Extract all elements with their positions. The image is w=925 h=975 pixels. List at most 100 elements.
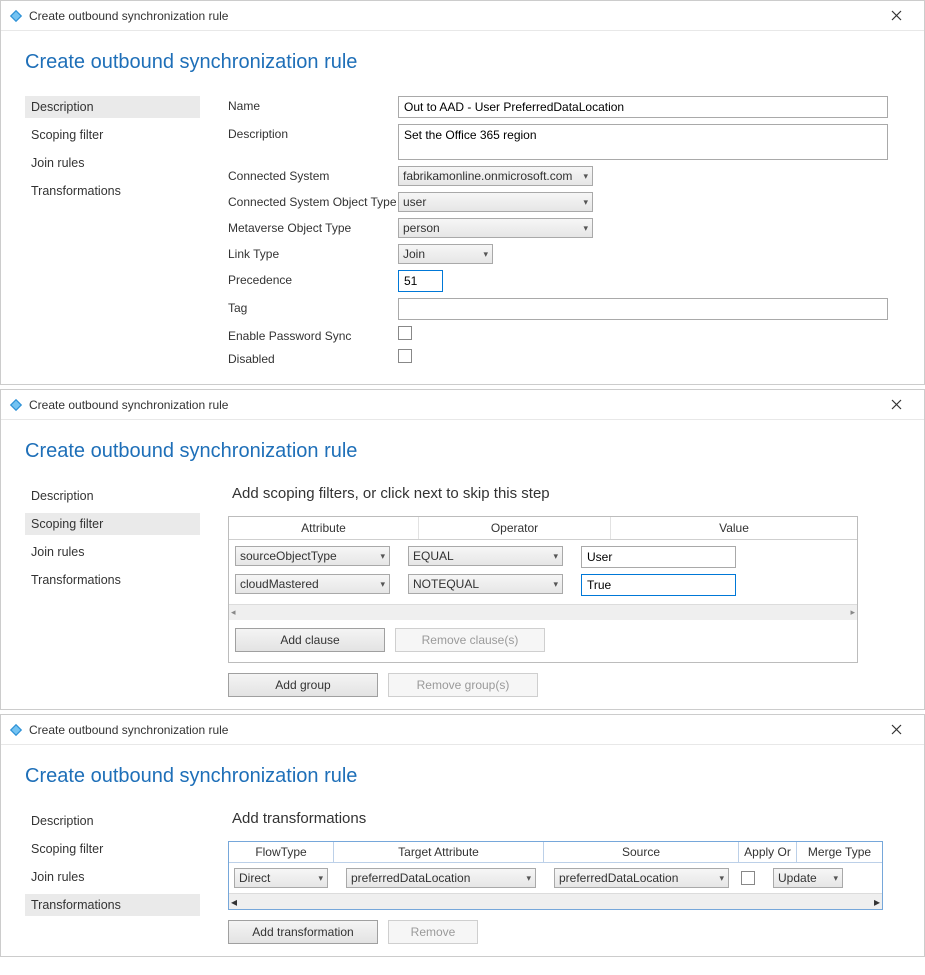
label-password-sync: Enable Password Sync (228, 326, 398, 343)
titlebar: Create outbound synchronization rule (1, 715, 924, 745)
target-attribute-select[interactable]: preferredDataLocation ▾ (346, 868, 536, 888)
sidebar-item-scoping-filter[interactable]: Scoping filter (25, 838, 200, 860)
close-icon (891, 724, 902, 735)
attribute-select[interactable]: sourceObjectType▾ (235, 546, 390, 566)
chevron-down-icon: ▾ (483, 249, 488, 260)
chevron-down-icon: ▾ (318, 873, 323, 884)
select-value: preferredDataLocation (559, 871, 678, 885)
window-title: Create outbound synchronization rule (29, 398, 876, 412)
sidebar-item-transformations[interactable]: Transformations (25, 569, 200, 591)
page-title: Create outbound synchronization rule (25, 765, 900, 788)
wizard-sidebar: Description Scoping filter Join rules Tr… (25, 96, 200, 372)
app-icon (9, 723, 23, 737)
close-button[interactable] (876, 2, 916, 30)
sidebar-item-transformations[interactable]: Transformations (25, 180, 200, 202)
scoping-subtitle: Add scoping filters, or click next to sk… (232, 485, 900, 502)
tag-input[interactable] (398, 298, 888, 320)
sidebar-item-join-rules[interactable]: Join rules (25, 866, 200, 888)
header-value: Value (611, 517, 857, 539)
transformations-header: FlowType Target Attribute Source Apply O… (229, 842, 882, 863)
close-icon (891, 399, 902, 410)
link-type-select[interactable]: Join ▾ (398, 244, 493, 264)
add-transformation-button[interactable]: Add transformation (228, 920, 378, 944)
operator-select[interactable]: NOTEQUAL▾ (408, 574, 563, 594)
sidebar-item-label: Description (31, 814, 94, 828)
close-button[interactable] (876, 391, 916, 419)
close-button[interactable] (876, 716, 916, 744)
select-value: Direct (239, 871, 270, 885)
cs-object-type-select[interactable]: user▾ (398, 192, 593, 212)
name-input[interactable] (398, 96, 888, 118)
sidebar-item-label: Scoping filter (31, 128, 103, 142)
add-group-button[interactable]: Add group (228, 673, 378, 697)
value-input[interactable] (581, 574, 736, 596)
merge-type-select[interactable]: Update▾ (773, 868, 843, 888)
description-input[interactable]: Set the Office 365 region (398, 124, 888, 160)
attribute-select[interactable]: cloudMastered▾ (235, 574, 390, 594)
connected-system-select[interactable]: fabrikamonline.onmicrosoft.com▾ (398, 166, 593, 186)
source-select[interactable]: preferredDataLocation▾ (554, 868, 729, 888)
wizard-sidebar: Description Scoping filter Join rules Tr… (25, 810, 200, 944)
header-target-attribute: Target Attribute (334, 842, 544, 863)
header-flowtype: FlowType (229, 842, 334, 863)
header-apply-once: Apply Or (739, 842, 797, 863)
value-input[interactable] (581, 546, 736, 568)
remove-transformation-button[interactable]: Remove (388, 920, 478, 944)
precedence-input[interactable] (398, 270, 443, 292)
chevron-down-icon: ▾ (833, 873, 838, 884)
sidebar-item-transformations[interactable]: Transformations (25, 894, 200, 916)
label-link-type: Link Type (228, 244, 398, 261)
sidebar-item-label: Description (31, 100, 94, 114)
sidebar-item-label: Transformations (31, 898, 121, 912)
sidebar-item-label: Scoping filter (31, 517, 103, 531)
label-connected-system: Connected System (228, 166, 398, 183)
sidebar-item-join-rules[interactable]: Join rules (25, 541, 200, 563)
chevron-down-icon: ▾ (380, 579, 385, 590)
select-value: sourceObjectType (240, 549, 337, 563)
scoping-row: cloudMastered▾ NOTEQUAL▾ (229, 568, 857, 596)
label-cs-object-type: Connected System Object Type (228, 192, 398, 209)
enable-password-sync-checkbox[interactable] (398, 326, 412, 340)
disabled-checkbox[interactable] (398, 349, 412, 363)
flowtype-select[interactable]: Direct ▾ (234, 868, 328, 888)
label-tag: Tag (228, 298, 398, 315)
sidebar-item-description[interactable]: Description (25, 96, 200, 118)
remove-groups-button[interactable]: Remove group(s) (388, 673, 538, 697)
select-value: user (403, 195, 426, 209)
sidebar-item-label: Join rules (31, 156, 85, 170)
apply-once-checkbox[interactable] (741, 871, 755, 885)
select-value: Join (403, 247, 425, 261)
window-title: Create outbound synchronization rule (29, 9, 876, 23)
window-transformations-step: Create outbound synchronization rule Cre… (0, 714, 925, 957)
close-icon (891, 10, 902, 21)
scoping-filter-grid: Attribute Operator Value sourceObjectTyp… (228, 516, 858, 663)
mv-object-type-select[interactable]: person▾ (398, 218, 593, 238)
label-mv-object-type: Metaverse Object Type (228, 218, 398, 235)
scroll-right-icon: ▸ (850, 607, 855, 618)
horizontal-scrollbar[interactable]: ◂ ▸ (229, 604, 857, 620)
chevron-down-icon: ▾ (526, 873, 531, 884)
header-operator: Operator (419, 517, 611, 539)
sidebar-item-scoping-filter[interactable]: Scoping filter (25, 513, 200, 535)
label-name: Name (228, 96, 398, 113)
sidebar-item-label: Description (31, 489, 94, 503)
sidebar-item-scoping-filter[interactable]: Scoping filter (25, 124, 200, 146)
header-source: Source (544, 842, 739, 863)
sidebar-item-description[interactable]: Description (25, 810, 200, 832)
remove-clauses-button[interactable]: Remove clause(s) (395, 628, 545, 652)
select-value: EQUAL (413, 549, 454, 563)
horizontal-scrollbar[interactable]: ◂ ▸ (229, 893, 882, 909)
sidebar-item-description[interactable]: Description (25, 485, 200, 507)
scroll-right-icon: ▸ (874, 895, 880, 909)
add-clause-button[interactable]: Add clause (235, 628, 385, 652)
header-attribute: Attribute (229, 517, 419, 539)
sidebar-item-join-rules[interactable]: Join rules (25, 152, 200, 174)
sidebar-item-label: Transformations (31, 573, 121, 587)
transformations-grid: FlowType Target Attribute Source Apply O… (228, 841, 883, 910)
page-title: Create outbound synchronization rule (25, 51, 900, 74)
app-icon (9, 398, 23, 412)
operator-select[interactable]: EQUAL▾ (408, 546, 563, 566)
sidebar-item-label: Join rules (31, 870, 85, 884)
select-value: preferredDataLocation (351, 871, 470, 885)
chevron-down-icon: ▾ (583, 171, 588, 182)
